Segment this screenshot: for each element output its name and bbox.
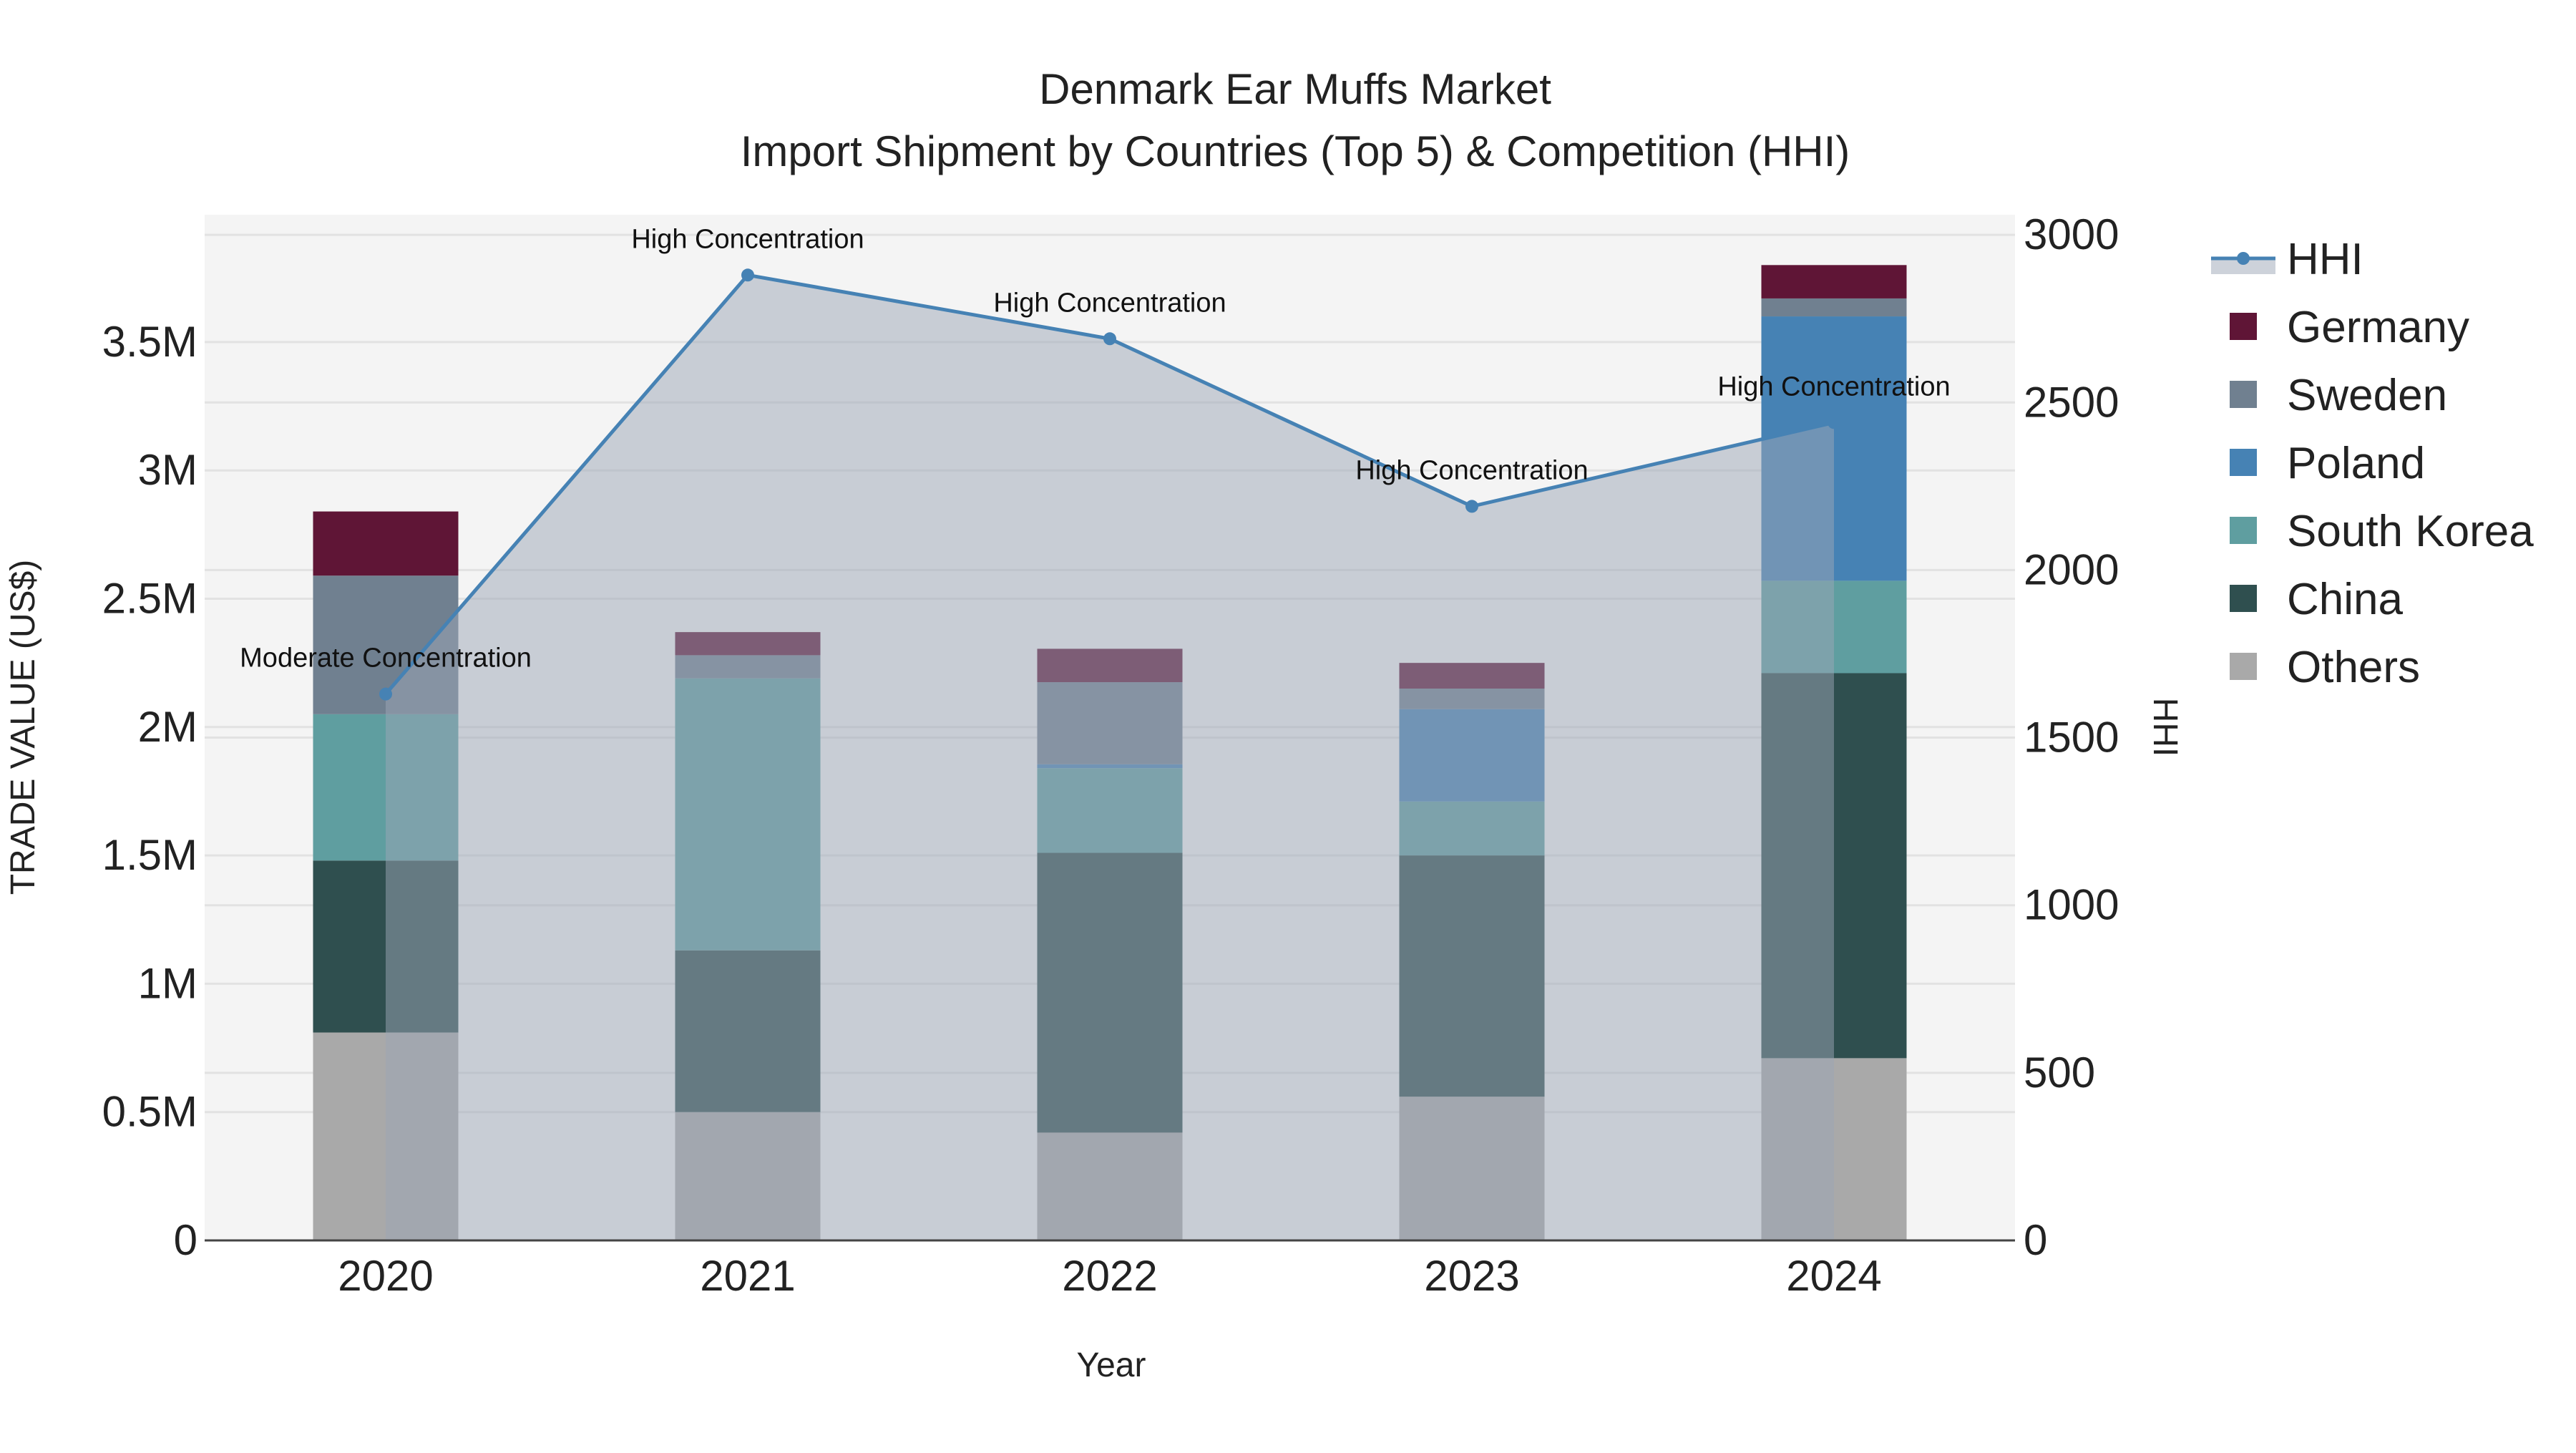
hhi-annotation: High Concentration — [631, 224, 864, 254]
hhi-point — [1465, 500, 1478, 513]
hhi-annotation: High Concentration — [1717, 371, 1950, 402]
x-axis-title: Year — [1077, 1346, 1146, 1384]
hhi-point — [741, 268, 754, 282]
y-tick-label: 3M — [138, 446, 197, 494]
y-tick-label: 2M — [138, 703, 197, 751]
bar-germany — [1761, 265, 1907, 298]
y-tick-label: 2.5M — [102, 575, 197, 623]
hhi-point — [379, 687, 392, 701]
legend-swatch-china — [2230, 585, 2257, 612]
x-tick-label: 2021 — [700, 1252, 795, 1300]
hhi-annotation: High Concentration — [1355, 455, 1588, 485]
legend: HHI Germany Sweden Poland South Korea China Ot… — [2211, 235, 2534, 692]
hhi-point — [1828, 416, 1840, 429]
y-tick-label: 3.5M — [102, 318, 197, 366]
chart-title: Denmark Ear Muffs Market — [1039, 65, 1551, 113]
hhi-point — [1103, 332, 1116, 346]
y2-tick-label: 500 — [2024, 1049, 2095, 1097]
y2-tick-label: 3000 — [2024, 210, 2119, 258]
legend-swatch-south-korea — [2230, 517, 2257, 544]
y-axis-title: TRADE VALUE (US$) — [4, 560, 42, 895]
y2-tick-label: 2500 — [2024, 378, 2119, 426]
legend-label: South Korea — [2287, 507, 2534, 556]
y2-tick-label: 1000 — [2024, 881, 2119, 929]
x-tick-label: 2022 — [1062, 1252, 1157, 1300]
x-tick-label: 2023 — [1424, 1252, 1519, 1300]
y-tick-label: 0 — [174, 1216, 197, 1264]
legend-label: China — [2287, 575, 2404, 624]
legend-swatch-others — [2230, 653, 2257, 680]
bar-sweden — [1761, 298, 1907, 317]
chart-subtitle: Import Shipment by Countries (Top 5) & C… — [741, 127, 1850, 175]
legend-hhi-marker — [2237, 252, 2250, 265]
x-tick-label: 2024 — [1786, 1252, 1881, 1300]
legend-label: Others — [2287, 643, 2420, 692]
hhi-annotation: Moderate Concentration — [240, 643, 532, 674]
legend-label: HHI — [2287, 235, 2363, 284]
y2-tick-label: 2000 — [2024, 545, 2119, 593]
y-tick-label: 1M — [138, 959, 197, 1007]
y2-axis-title: HHI — [2146, 698, 2184, 757]
legend-label: Poland — [2287, 439, 2425, 488]
y-tick-label: 1.5M — [102, 831, 197, 879]
x-tick-label: 2020 — [338, 1252, 433, 1300]
legend-label: Germany — [2287, 303, 2469, 352]
y2-tick-label: 0 — [2024, 1216, 2047, 1264]
legend-swatch-germany — [2230, 313, 2257, 340]
hhi-annotation: High Concentration — [993, 288, 1226, 318]
legend-swatch-sweden — [2230, 381, 2257, 408]
legend-label: Sweden — [2287, 371, 2447, 420]
bar-germany — [313, 511, 459, 576]
y2-tick-label: 1500 — [2024, 714, 2119, 762]
chart: Moderate Concentration High Concentration… — [4, 65, 2534, 1384]
y-tick-label: 0.5M — [102, 1088, 197, 1136]
legend-swatch-poland — [2230, 449, 2257, 476]
